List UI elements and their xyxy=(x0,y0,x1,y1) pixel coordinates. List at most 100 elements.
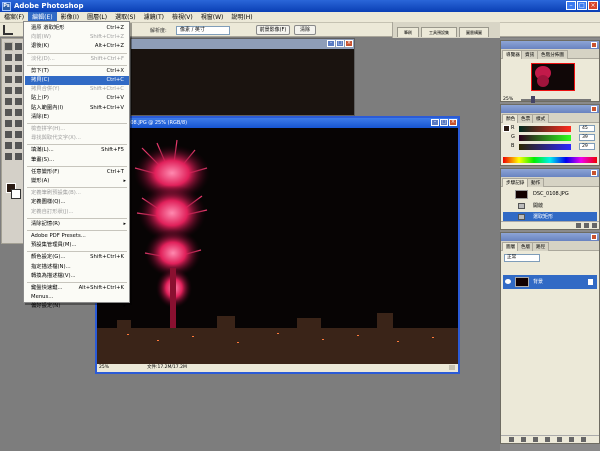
crop-tool-icon[interactable] xyxy=(4,64,13,73)
shape-tool-icon[interactable] xyxy=(14,130,23,139)
edit-menu-item[interactable]: 填滿(L)... Shift+F5 xyxy=(25,146,129,155)
green-slider[interactable] xyxy=(519,135,571,141)
link-icon[interactable] xyxy=(509,437,514,442)
pen-tool-icon[interactable] xyxy=(4,130,13,139)
edit-menu-item[interactable]: 指定描述檔(N)... xyxy=(25,263,129,272)
panel-header[interactable] xyxy=(501,169,599,177)
dodge-tool-icon[interactable] xyxy=(14,108,23,117)
navigator-preview[interactable] xyxy=(531,63,575,91)
palette-well-tab[interactable]: 工具預設集 xyxy=(421,27,457,37)
blend-mode-select[interactable]: 正常 xyxy=(504,254,540,262)
units-select[interactable]: 像素 / 英寸 xyxy=(176,26,230,35)
new-snapshot-icon[interactable] xyxy=(576,223,581,228)
document-window[interactable]: DSC_0108.JPG @ 25% (RGB/8) – □ × 25% 文件:… xyxy=(95,116,460,374)
magic-wand-tool-icon[interactable] xyxy=(14,53,23,62)
layer-style-icon[interactable] xyxy=(521,437,526,442)
doc-close-button[interactable]: × xyxy=(449,119,457,126)
blur-tool-icon[interactable] xyxy=(4,108,13,117)
notes-tool-icon[interactable] xyxy=(4,141,13,150)
tab-styles[interactable]: 樣式 xyxy=(532,114,550,123)
hand-tool-icon[interactable] xyxy=(4,152,13,161)
edit-menu-item[interactable]: 預設集管理員(M)... xyxy=(25,241,129,250)
lasso-tool-icon[interactable] xyxy=(4,53,13,62)
document-canvas[interactable] xyxy=(97,128,458,364)
tab-paths[interactable]: 路徑 xyxy=(532,242,550,251)
edit-menu-item[interactable]: 拷貝(C) Ctrl+C xyxy=(25,76,129,86)
trash-icon[interactable] xyxy=(592,223,597,228)
mask-icon[interactable] xyxy=(533,437,538,442)
navigator-slider-handle[interactable] xyxy=(531,96,535,103)
green-value-field[interactable]: 39 xyxy=(579,134,595,141)
clear-button[interactable]: 清除 xyxy=(294,25,316,35)
brush-tool-icon[interactable] xyxy=(14,75,23,84)
edit-menu-item[interactable]: Menus... xyxy=(25,293,129,302)
panel-close-icon[interactable] xyxy=(591,234,597,240)
type-tool-icon[interactable] xyxy=(14,119,23,128)
edit-menu-item[interactable]: 還原 選取矩形 Ctrl+Z xyxy=(25,24,129,33)
document-title-bar[interactable]: DSC_0108.JPG @ 25% (RGB/8) – □ × xyxy=(97,118,458,128)
clone-tool-icon[interactable] xyxy=(4,86,13,95)
adjustment-layer-icon[interactable] xyxy=(557,437,562,442)
new-layer-icon[interactable] xyxy=(569,437,574,442)
close-button[interactable]: × xyxy=(588,1,598,10)
healing-tool-icon[interactable] xyxy=(4,75,13,84)
panel-close-icon[interactable] xyxy=(591,42,597,48)
edit-menu-item[interactable]: 清除記憶(R) ▸ xyxy=(25,220,129,229)
panel-close-icon[interactable] xyxy=(591,170,597,176)
background-document-title-bar[interactable]: – □ × xyxy=(131,39,354,49)
palette-well-tab[interactable]: 筆刷 xyxy=(397,27,419,37)
red-value-field[interactable]: 45 xyxy=(579,125,595,132)
menu-item[interactable]: 視窗(W) xyxy=(197,12,228,23)
layer-row-background[interactable]: 背景 xyxy=(503,275,597,289)
menu-item[interactable]: 濾鏡(T) xyxy=(140,12,168,23)
eye-icon[interactable] xyxy=(505,279,511,284)
status-arrow-icon[interactable] xyxy=(449,365,455,370)
eraser-tool-icon[interactable] xyxy=(4,97,13,106)
edit-menu-item[interactable]: 筆畫(S)... xyxy=(25,156,129,165)
background-document-window[interactable]: – □ × xyxy=(130,38,355,116)
palette-well-tab[interactable]: 圖層構圖 xyxy=(459,27,489,37)
marquee-tool-icon[interactable] xyxy=(4,42,13,51)
navigator-zoom[interactable]: 25% xyxy=(503,97,513,102)
edit-menu-item[interactable]: 鍵盤快速鍵... Alt+Shift+Ctrl+K xyxy=(25,284,129,293)
edit-menu-item[interactable]: 偏好設定(N) ▸ xyxy=(25,302,129,311)
panel-header[interactable] xyxy=(501,233,599,241)
history-brush-tool-icon[interactable] xyxy=(14,86,23,95)
panel-header[interactable] xyxy=(501,105,599,113)
doc-maximize-button[interactable]: □ xyxy=(336,40,344,47)
folder-icon[interactable] xyxy=(545,437,550,442)
edit-menu-item[interactable]: 貼上(P) Ctrl+V xyxy=(25,94,129,103)
tab-history[interactable]: 步驟記錄 xyxy=(502,178,529,187)
edit-menu-item[interactable]: 定義圖樣(Q)... xyxy=(25,198,129,207)
edit-menu-item[interactable]: 清除(E) xyxy=(25,113,129,122)
new-document-icon[interactable] xyxy=(584,223,589,228)
menu-item[interactable]: 檢視(V) xyxy=(168,12,197,23)
edit-menu-item[interactable]: 顏色設定(G)... Shift+Ctrl+K xyxy=(25,253,129,262)
doc-minimize-button[interactable]: – xyxy=(431,119,439,126)
tab-info[interactable]: 資訊 xyxy=(521,50,539,59)
color-panel-foreground-swatch[interactable] xyxy=(503,125,510,132)
eyedropper-tool-icon[interactable] xyxy=(14,141,23,150)
gradient-tool-icon[interactable] xyxy=(14,97,23,106)
background-color-swatch[interactable] xyxy=(11,189,21,199)
zoom-level[interactable]: 25% xyxy=(99,364,109,372)
blue-value-field[interactable]: 29 xyxy=(579,143,595,150)
edit-menu-item[interactable]: 貼入範圍內(I) Shift+Ctrl+V xyxy=(25,104,129,113)
crop-tool-icon[interactable] xyxy=(3,25,13,35)
move-tool-icon[interactable] xyxy=(14,42,23,51)
trash-icon[interactable] xyxy=(581,437,586,442)
doc-minimize-button[interactable]: – xyxy=(327,40,335,47)
edit-menu-item[interactable]: 任意變形(F) Ctrl+T xyxy=(25,168,129,177)
front-image-button[interactable]: 前景影像(F) xyxy=(256,25,290,35)
slice-tool-icon[interactable] xyxy=(14,64,23,73)
history-snapshot[interactable]: DSC_0108.JPG xyxy=(503,189,597,200)
zoom-tool-icon[interactable] xyxy=(14,152,23,161)
path-select-tool-icon[interactable] xyxy=(4,119,13,128)
navigator-view-box[interactable] xyxy=(531,63,575,91)
edit-menu-item[interactable]: 變形(A) ▸ xyxy=(25,177,129,186)
red-slider[interactable] xyxy=(519,126,571,132)
minimize-button[interactable]: – xyxy=(566,1,576,10)
history-step[interactable]: 開啟 xyxy=(503,201,597,212)
edit-menu-item[interactable]: 轉換為描述檔(V)... xyxy=(25,272,129,281)
edit-menu-item[interactable]: Adobe PDF Presets... xyxy=(25,232,129,241)
